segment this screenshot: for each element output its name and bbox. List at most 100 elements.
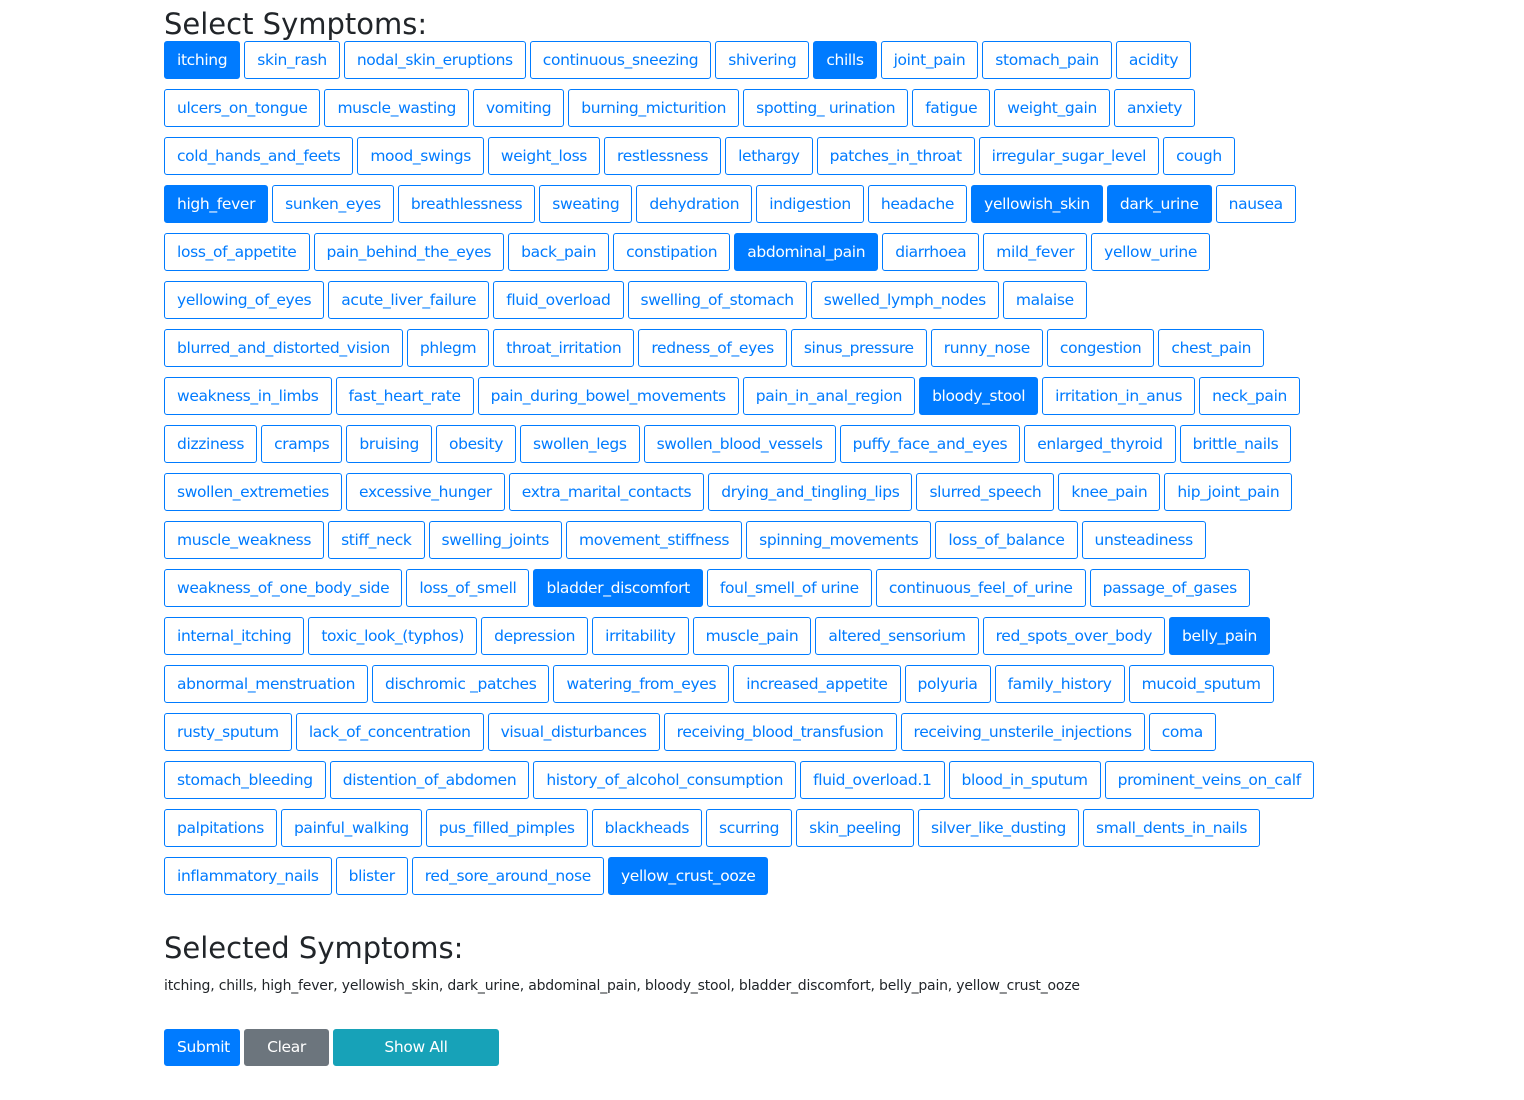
symptom-button[interactable]: weight_loss	[487, 137, 601, 175]
symptom-button[interactable]: muscle_wasting	[324, 89, 469, 127]
symptom-button[interactable]: bruising	[346, 425, 432, 463]
symptom-button[interactable]: yellow_urine	[1091, 233, 1211, 271]
symptom-button[interactable]: spotting_ urination	[743, 89, 909, 127]
symptom-button[interactable]: swelling_joints	[428, 521, 562, 559]
symptom-button[interactable]: yellow_crust_ooze	[607, 857, 769, 895]
symptom-button[interactable]: small_dents_in_nails	[1083, 809, 1261, 847]
symptom-button[interactable]: scurring	[706, 809, 793, 847]
symptom-button[interactable]: throat_irritation	[493, 329, 635, 367]
symptom-button[interactable]: swollen_blood_vessels	[643, 425, 836, 463]
symptom-button[interactable]: knee_pain	[1058, 473, 1161, 511]
symptom-button[interactable]: irritation_in_anus	[1042, 377, 1196, 415]
symptom-button[interactable]: polyuria	[904, 665, 991, 703]
symptom-button[interactable]: receiving_blood_transfusion	[663, 713, 897, 751]
symptom-button[interactable]: increased_appetite	[733, 665, 901, 703]
symptom-button[interactable]: loss_of_appetite	[164, 233, 310, 271]
symptom-button[interactable]: foul_smell_of urine	[706, 569, 872, 607]
symptom-button[interactable]: bloody_stool	[919, 377, 1039, 415]
symptom-button[interactable]: shivering	[715, 41, 810, 79]
symptom-button[interactable]: extra_marital_contacts	[508, 473, 705, 511]
symptom-button[interactable]: swelling_of_stomach	[627, 281, 807, 319]
symptom-button[interactable]: rusty_sputum	[164, 713, 292, 751]
symptom-button[interactable]: belly_pain	[1169, 617, 1270, 655]
symptom-button[interactable]: cold_hands_and_feets	[164, 137, 354, 175]
symptom-button[interactable]: movement_stiffness	[566, 521, 743, 559]
symptom-button[interactable]: sinus_pressure	[790, 329, 927, 367]
symptom-button[interactable]: obesity	[436, 425, 517, 463]
symptom-button[interactable]: skin_rash	[244, 41, 340, 79]
symptom-button[interactable]: nodal_skin_eruptions	[343, 41, 526, 79]
symptom-button[interactable]: phlegm	[406, 329, 490, 367]
symptom-button[interactable]: irregular_sugar_level	[978, 137, 1160, 175]
symptom-button[interactable]: swollen_legs	[520, 425, 640, 463]
symptom-button[interactable]: nausea	[1215, 185, 1296, 223]
symptom-button[interactable]: pus_filled_pimples	[425, 809, 588, 847]
symptom-button[interactable]: visual_disturbances	[487, 713, 660, 751]
symptom-button[interactable]: lethargy	[725, 137, 813, 175]
symptom-button[interactable]: fluid_overload.1	[800, 761, 945, 799]
clear-all-button[interactable]: Clear All	[244, 1029, 329, 1091]
symptom-button[interactable]: blackheads	[591, 809, 703, 847]
symptom-button[interactable]: stiff_neck	[328, 521, 425, 559]
symptom-button[interactable]: abnormal_menstruation	[164, 665, 369, 703]
symptom-button[interactable]: loss_of_balance	[935, 521, 1078, 559]
symptom-button[interactable]: prominent_veins_on_calf	[1104, 761, 1314, 799]
symptom-button[interactable]: dehydration	[636, 185, 753, 223]
symptom-button[interactable]: malaise	[1002, 281, 1087, 319]
symptom-button[interactable]: burning_micturition	[568, 89, 740, 127]
symptom-button[interactable]: family_history	[994, 665, 1125, 703]
symptom-button[interactable]: high_fever	[164, 185, 269, 223]
symptom-button[interactable]: patches_in_throat	[816, 137, 975, 175]
symptom-button[interactable]: indigestion	[756, 185, 864, 223]
symptom-button[interactable]: puffy_face_and_eyes	[839, 425, 1021, 463]
submit-button[interactable]: Submit	[164, 1029, 240, 1066]
symptom-button[interactable]: dischromic _patches	[372, 665, 550, 703]
symptom-button[interactable]: cramps	[261, 425, 343, 463]
symptom-button[interactable]: runny_nose	[930, 329, 1043, 367]
symptom-button[interactable]: brittle_nails	[1179, 425, 1292, 463]
symptom-button[interactable]: redness_of_eyes	[638, 329, 787, 367]
symptom-button[interactable]: watering_from_eyes	[553, 665, 730, 703]
symptom-button[interactable]: loss_of_smell	[406, 569, 530, 607]
symptom-button[interactable]: muscle_pain	[692, 617, 812, 655]
symptom-button[interactable]: neck_pain	[1199, 377, 1301, 415]
symptom-button[interactable]: spinning_movements	[746, 521, 932, 559]
symptom-button[interactable]: mood_swings	[357, 137, 484, 175]
symptom-button[interactable]: itching	[164, 41, 241, 79]
symptom-button[interactable]: hip_joint_pain	[1164, 473, 1293, 511]
symptom-button[interactable]: congestion	[1046, 329, 1155, 367]
symptom-button[interactable]: depression	[481, 617, 589, 655]
symptom-button[interactable]: inflammatory_nails	[164, 857, 332, 895]
symptom-button[interactable]: blood_in_sputum	[948, 761, 1101, 799]
symptom-button[interactable]: cough	[1163, 137, 1235, 175]
symptom-button[interactable]: distention_of_abdomen	[329, 761, 530, 799]
symptom-button[interactable]: red_spots_over_body	[982, 617, 1166, 655]
symptom-button[interactable]: silver_like_dusting	[918, 809, 1080, 847]
symptom-button[interactable]: vomiting	[472, 89, 565, 127]
symptom-button[interactable]: irritability	[592, 617, 689, 655]
show-all-symptoms-button[interactable]: Show All Symptoms	[333, 1029, 499, 1091]
symptom-button[interactable]: lack_of_concentration	[295, 713, 484, 751]
symptom-button[interactable]: altered_sensorium	[815, 617, 979, 655]
symptom-button[interactable]: mucoid_sputum	[1128, 665, 1274, 703]
symptom-button[interactable]: unsteadiness	[1081, 521, 1206, 559]
symptom-button[interactable]: painful_walking	[280, 809, 422, 847]
symptom-button[interactable]: acute_liver_failure	[328, 281, 490, 319]
symptom-button[interactable]: fluid_overload	[493, 281, 624, 319]
symptom-button[interactable]: ulcers_on_tongue	[164, 89, 321, 127]
symptom-button[interactable]: coma	[1148, 713, 1216, 751]
symptom-button[interactable]: yellowing_of_eyes	[164, 281, 325, 319]
symptom-button[interactable]: fatigue	[912, 89, 991, 127]
symptom-button[interactable]: headache	[867, 185, 968, 223]
symptom-button[interactable]: weakness_of_one_body_side	[164, 569, 403, 607]
symptom-button[interactable]: enlarged_thyroid	[1024, 425, 1176, 463]
symptom-button[interactable]: anxiety	[1113, 89, 1196, 127]
symptom-button[interactable]: joint_pain	[880, 41, 979, 79]
symptom-button[interactable]: internal_itching	[164, 617, 305, 655]
symptom-button[interactable]: chest_pain	[1158, 329, 1265, 367]
symptom-button[interactable]: drying_and_tingling_lips	[708, 473, 913, 511]
symptom-button[interactable]: toxic_look_(typhos)	[308, 617, 478, 655]
symptom-button[interactable]: breathlessness	[397, 185, 536, 223]
symptom-button[interactable]: pain_behind_the_eyes	[313, 233, 505, 271]
symptom-button[interactable]: mild_fever	[983, 233, 1088, 271]
